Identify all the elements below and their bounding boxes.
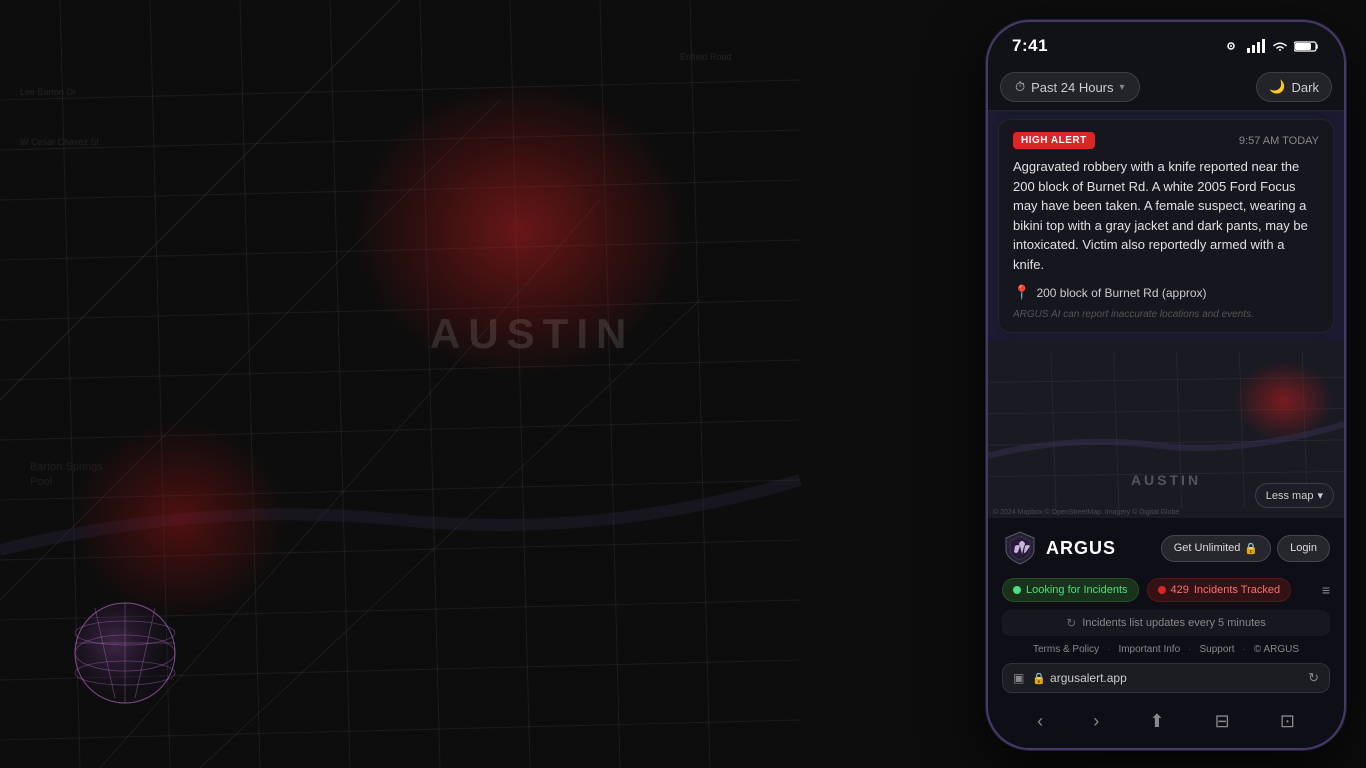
incidents-count: 429 (1171, 584, 1189, 596)
incidents-dot (1158, 586, 1166, 594)
login-label: Login (1290, 542, 1317, 554)
footer-links: Terms & Policy · Important Info · Suppor… (1002, 644, 1330, 655)
branding-row: ARGUS Get Unlimited 🔒 Login (1002, 530, 1330, 566)
less-map-button[interactable]: Less map ▾ (1255, 483, 1334, 508)
browser-bar[interactable]: ▣ 🔒 argusalert.app ↻ (1002, 663, 1330, 693)
cta-buttons: Get Unlimited 🔒 Login (1161, 535, 1330, 562)
get-unlimited-button[interactable]: Get Unlimited 🔒 (1161, 535, 1271, 562)
copyright-label: © ARGUS (1254, 644, 1299, 655)
incident-timestamp: 9:57 AM TODAY (1239, 135, 1319, 147)
moon-icon: 🌙 (1269, 79, 1285, 95)
camera-icon (1222, 39, 1240, 53)
incident-header: HIGH ALERT 9:57 AM TODAY (1013, 132, 1319, 149)
footer-dot-2: · (1188, 644, 1191, 655)
looking-badge: Looking for Incidents (1002, 578, 1139, 602)
bottom-nav: ‹ › ⬆ ⊟ ⊡ (1002, 701, 1330, 740)
bookmarks-button[interactable]: ⊟ (1205, 707, 1240, 736)
map-city-label: AUSTIN (1131, 472, 1201, 488)
url-text: argusalert.app (1050, 671, 1127, 685)
phone-bottom: ARGUS Get Unlimited 🔒 Login Looking for (988, 518, 1344, 748)
support-link[interactable]: Support (1199, 644, 1234, 655)
lock-icon: 🔒 (1032, 672, 1046, 685)
svg-text:Lee Barton Dr: Lee Barton Dr (20, 87, 76, 97)
pin-icon: 📍 (1013, 284, 1030, 301)
svg-text:Pool: Pool (30, 476, 52, 488)
incidents-label: Incidents Tracked (1194, 584, 1280, 596)
get-unlimited-label: Get Unlimited (1174, 542, 1241, 554)
phone-device: 7:41 (986, 20, 1346, 750)
grid-sphere (60, 588, 190, 718)
status-bar: 7:41 (988, 22, 1344, 64)
refresh-icon: ↻ (1066, 616, 1076, 630)
time-filter-button[interactable]: ⏱ Past 24 Hours ▾ (1000, 72, 1140, 102)
signal-icon (1246, 39, 1266, 53)
filter-bar: ⏱ Past 24 Hours ▾ 🌙 Dark (988, 64, 1344, 111)
filter-icon[interactable]: ≡ (1322, 582, 1330, 598)
incident-description: Aggravated robbery with a knife reported… (1013, 157, 1319, 274)
city-watermark: AUSTIN (430, 310, 634, 358)
status-time: 7:41 (1012, 36, 1048, 56)
svg-text:Enfield Road: Enfield Road (680, 52, 732, 62)
dark-mode-label: Dark (1292, 80, 1319, 95)
battery-icon (1294, 40, 1320, 53)
map-attribution: © 2024 Mapbox © OpenStreetMap. Imagery ©… (993, 509, 1179, 516)
wifi-icon (1272, 40, 1288, 52)
footer-dot-1: · (1107, 644, 1110, 655)
status-icons (1222, 39, 1320, 53)
tabs-button[interactable]: ⊡ (1270, 707, 1305, 736)
update-text: Incidents list updates every 5 minutes (1082, 617, 1265, 629)
looking-label: Looking for Incidents (1026, 584, 1128, 596)
incidents-badge: 429 Incidents Tracked (1147, 578, 1292, 602)
info-link[interactable]: Important Info (1118, 644, 1180, 655)
incident-card[interactable]: HIGH ALERT 9:57 AM TODAY Aggravated robb… (998, 119, 1334, 333)
incident-location: 📍 200 block of Burnet Rd (approx) (1013, 284, 1319, 301)
argus-logo: ARGUS (1002, 530, 1116, 566)
phone-map[interactable]: AUSTIN Less map ▾ © 2024 Mapbox © OpenSt… (988, 341, 1344, 518)
phone-frame: 7:41 (986, 20, 1346, 750)
less-map-label: Less map (1266, 490, 1314, 502)
forward-button[interactable]: › (1083, 707, 1109, 736)
looking-dot (1013, 586, 1021, 594)
clock-icon: ⏱ (1015, 79, 1025, 95)
back-button[interactable]: ‹ (1027, 707, 1053, 736)
chevron-down-icon: ▾ (1120, 82, 1125, 93)
time-filter-label: Past 24 Hours (1031, 80, 1113, 95)
tab-icon: ▣ (1013, 671, 1024, 685)
svg-text:W Cesar Chavez St: W Cesar Chavez St (20, 137, 100, 147)
high-alert-badge: HIGH ALERT (1013, 132, 1095, 149)
lock-icon: 🔒 (1244, 542, 1258, 555)
share-button[interactable]: ⬆ (1139, 707, 1174, 736)
terms-link[interactable]: Terms & Policy (1033, 644, 1099, 655)
chevron-down-icon: ▾ (1317, 489, 1323, 502)
location-text: 200 block of Burnet Rd (approx) (1036, 286, 1206, 300)
browser-url: 🔒 argusalert.app (1032, 671, 1300, 685)
status-row: Looking for Incidents 429 Incidents Trac… (1002, 578, 1330, 602)
dark-mode-button[interactable]: 🌙 Dark (1256, 72, 1332, 102)
footer-dot-3: · (1243, 644, 1246, 655)
map-heat-zone (1234, 361, 1334, 441)
app-name: ARGUS (1046, 538, 1116, 559)
browser-refresh-icon[interactable]: ↻ (1308, 670, 1319, 686)
update-bar: ↻ Incidents list updates every 5 minutes (1002, 610, 1330, 636)
argus-shield-icon (1002, 530, 1038, 566)
login-button[interactable]: Login (1277, 535, 1330, 562)
ai-disclaimer: ARGUS AI can report inaccurate locations… (1013, 309, 1319, 320)
